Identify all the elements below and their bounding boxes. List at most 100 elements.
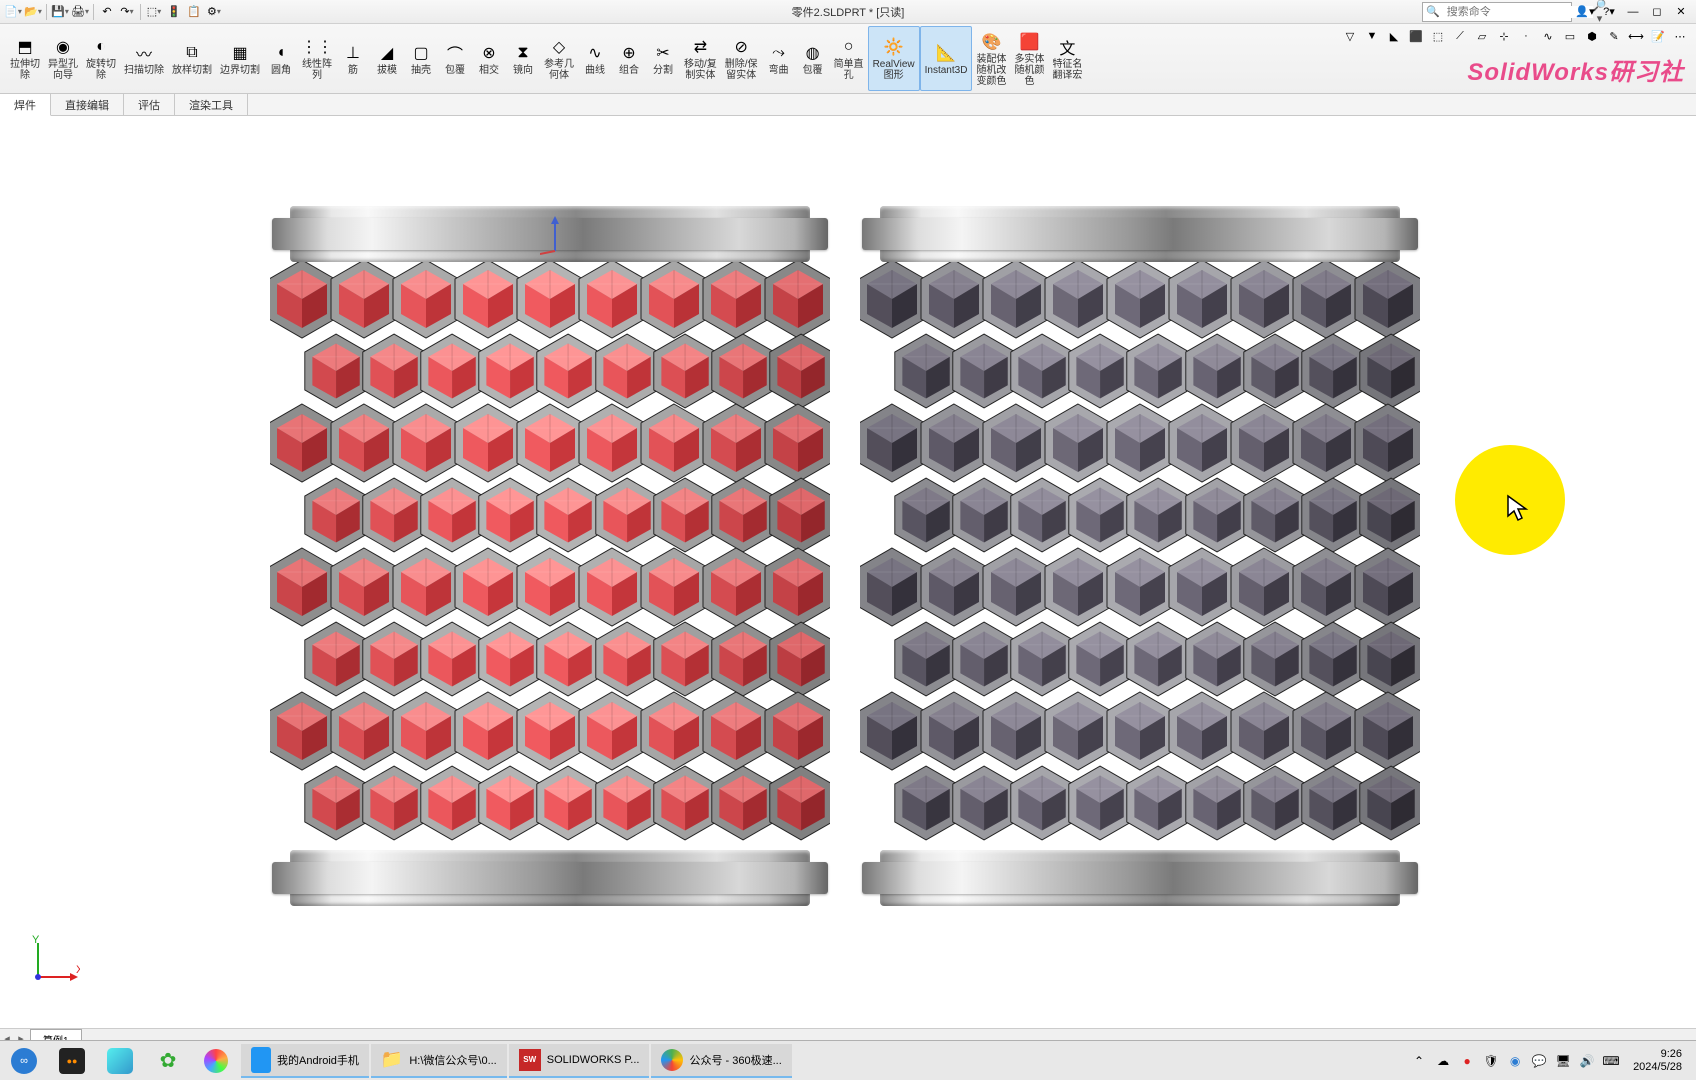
combine-icon: ⊕	[618, 42, 640, 64]
filter1-icon[interactable]: ▽	[1340, 26, 1360, 46]
maximize-icon[interactable]: ◻	[1646, 2, 1668, 22]
ribbon-assembly-color[interactable]: 🎨装配体随机改变颜色	[972, 26, 1010, 91]
search-input[interactable]	[1443, 6, 1593, 18]
redo-icon[interactable]: ↷▾	[118, 3, 136, 21]
move-copy-icon: ⇄	[689, 36, 711, 58]
filter2-icon[interactable]: ▼	[1362, 26, 1382, 46]
ribbon-split[interactable]: ✂分割	[646, 26, 680, 91]
command-search[interactable]: 🔍 🔎▾	[1422, 2, 1572, 22]
help-icon[interactable]: ?▾	[1598, 2, 1620, 22]
model-red-cylinder[interactable]	[270, 206, 830, 906]
ribbon-wrap[interactable]: ⌒包覆	[438, 26, 472, 91]
axis-icon[interactable]: ⊹	[1494, 26, 1514, 46]
note-icon[interactable]: 📝	[1648, 26, 1668, 46]
rebuild-icon[interactable]: 🚦	[165, 3, 183, 21]
tray-shield-icon[interactable]: 🛡	[1483, 1053, 1499, 1069]
select-icon[interactable]: ⬚	[1428, 26, 1448, 46]
tray-app-icon[interactable]: ◉	[1507, 1053, 1523, 1069]
ribbon-realview[interactable]: 🔆RealView图形	[868, 26, 920, 91]
envelope-icon: ◍	[802, 42, 824, 64]
plane-icon[interactable]: ▱	[1472, 26, 1492, 46]
ribbon-mirror[interactable]: ⧗镜向	[506, 26, 540, 91]
ribbon-instant3d[interactable]: 📐Instant3D	[920, 26, 973, 91]
save-icon[interactable]: 💾▾	[51, 3, 69, 21]
filter-edge-icon[interactable]: ◣	[1384, 26, 1404, 46]
svg-text:X: X	[76, 964, 80, 976]
tray-ime-icon[interactable]: ⌨	[1603, 1053, 1619, 1069]
taskbar-clock[interactable]: 9:262024/5/28	[1627, 1048, 1688, 1074]
flex-icon: ⤳	[768, 42, 790, 64]
tray-cloud-icon[interactable]: ☁	[1435, 1053, 1451, 1069]
new-icon[interactable]: 📄▾	[4, 3, 22, 21]
surface-icon[interactable]: ▭	[1560, 26, 1580, 46]
select-icon[interactable]: ⬚▾	[145, 3, 163, 21]
tray-net-icon[interactable]: 🖥	[1555, 1053, 1571, 1069]
ribbon-intersect[interactable]: ⊗相交	[472, 26, 506, 91]
wrap-icon: ⌒	[444, 42, 466, 64]
tab-直接编辑[interactable]: 直接编辑	[51, 94, 124, 115]
realview-icon: 🔆	[883, 36, 905, 58]
ribbon-hole-wizard[interactable]: ◉异型孔向导	[44, 26, 82, 91]
ribbon-simple-hole[interactable]: ○简单直孔	[830, 26, 868, 91]
taskbar-browser[interactable]: 公众号 - 360极速...	[651, 1044, 791, 1078]
filter-face-icon[interactable]: ⬛	[1406, 26, 1426, 46]
undo-icon[interactable]: ↶	[98, 3, 116, 21]
ribbon-feature-translate[interactable]: 文特征名翻译宏	[1048, 26, 1086, 91]
close-icon[interactable]: ✕	[1670, 2, 1692, 22]
ribbon-sweep-cut[interactable]: 〰扫描切除	[120, 26, 168, 91]
ribbon-delete-keep[interactable]: ⊘删除/保留实体	[721, 26, 762, 91]
ribbon-fillet[interactable]: ◖圆角	[264, 26, 298, 91]
tray-rec-icon[interactable]: ●	[1459, 1053, 1475, 1069]
tab-焊件[interactable]: 焊件	[0, 94, 51, 116]
revolve-cut-icon: ◐	[90, 36, 112, 58]
minimize-icon[interactable]: —	[1622, 2, 1644, 22]
taskbar-app3-icon[interactable]	[97, 1044, 143, 1078]
ribbon-move-copy[interactable]: ⇄移动/复制实体	[680, 26, 721, 91]
orientation-triad-icon[interactable]: Y X	[30, 935, 80, 988]
rib-icon: ⊥	[342, 42, 364, 64]
tray-wechat-icon[interactable]: 💬	[1531, 1053, 1547, 1069]
ext-icon[interactable]: ⋯	[1670, 26, 1690, 46]
ribbon-boundary-cut[interactable]: ▦边界切割	[216, 26, 264, 91]
open-icon[interactable]: 📂▾	[24, 3, 42, 21]
tray-up-icon[interactable]: ⌃	[1411, 1053, 1427, 1069]
taskbar-android[interactable]: 我的Android手机	[241, 1044, 369, 1078]
point-icon[interactable]: ·	[1516, 26, 1536, 46]
curve-icon[interactable]: ∿	[1538, 26, 1558, 46]
ribbon-shell[interactable]: ▢抽壳	[404, 26, 438, 91]
delete-keep-icon: ⊘	[730, 36, 752, 58]
ribbon-ref-geom[interactable]: ◇参考几何体	[540, 26, 578, 91]
ribbon-loft-cut[interactable]: ⧉放样切割	[168, 26, 216, 91]
graphics-viewport[interactable]: Y X	[0, 116, 1696, 1048]
ribbon-flex[interactable]: ⤳弯曲	[762, 26, 796, 91]
tab-评估[interactable]: 评估	[124, 94, 175, 115]
ribbon-envelope[interactable]: ◍包覆	[796, 26, 830, 91]
ribbon-extrude-cut[interactable]: ⬒拉伸切除	[6, 26, 44, 91]
feature-translate-icon: 文	[1056, 36, 1078, 58]
ribbon-linear-pattern[interactable]: ⋮⋮线性阵列	[298, 26, 336, 91]
ribbon-combine[interactable]: ⊕组合	[612, 26, 646, 91]
ribbon-multibody-color[interactable]: 🟥多实体随机颜色	[1010, 26, 1048, 91]
taskbar-app5-icon[interactable]	[193, 1044, 239, 1078]
taskbar-app4-icon[interactable]: ✿	[145, 1044, 191, 1078]
settings-icon[interactable]: ⚙▾	[205, 3, 223, 21]
print-icon[interactable]: 🖨▾	[71, 3, 89, 21]
taskbar-folder[interactable]: 📁H:\微信公众号\0...	[371, 1044, 507, 1078]
ribbon-curves[interactable]: ∿曲线	[578, 26, 612, 91]
ribbon-revolve-cut[interactable]: ◐旋转切除	[82, 26, 120, 91]
sketch-icon[interactable]: ✎	[1604, 26, 1624, 46]
svg-text:Y: Y	[32, 935, 40, 946]
line-icon[interactable]: ⟋	[1450, 26, 1470, 46]
taskbar-app2-icon[interactable]: ●●	[49, 1044, 95, 1078]
model-dark-cylinder[interactable]	[860, 206, 1420, 906]
taskbar-app1-icon[interactable]: ∞	[1, 1044, 47, 1078]
tray-vol-icon[interactable]: 🔊	[1579, 1053, 1595, 1069]
dim-icon[interactable]: ⟷	[1626, 26, 1646, 46]
options-icon[interactable]: 📋	[185, 3, 203, 21]
ribbon-draft[interactable]: ◢拔模	[370, 26, 404, 91]
body-icon[interactable]: ⬢	[1582, 26, 1602, 46]
user-icon[interactable]: 👤▾	[1574, 2, 1596, 22]
tab-渲染工具[interactable]: 渲染工具	[175, 94, 248, 115]
taskbar-solidworks[interactable]: SWSOLIDWORKS P...	[509, 1044, 650, 1078]
ribbon-rib[interactable]: ⊥筋	[336, 26, 370, 91]
